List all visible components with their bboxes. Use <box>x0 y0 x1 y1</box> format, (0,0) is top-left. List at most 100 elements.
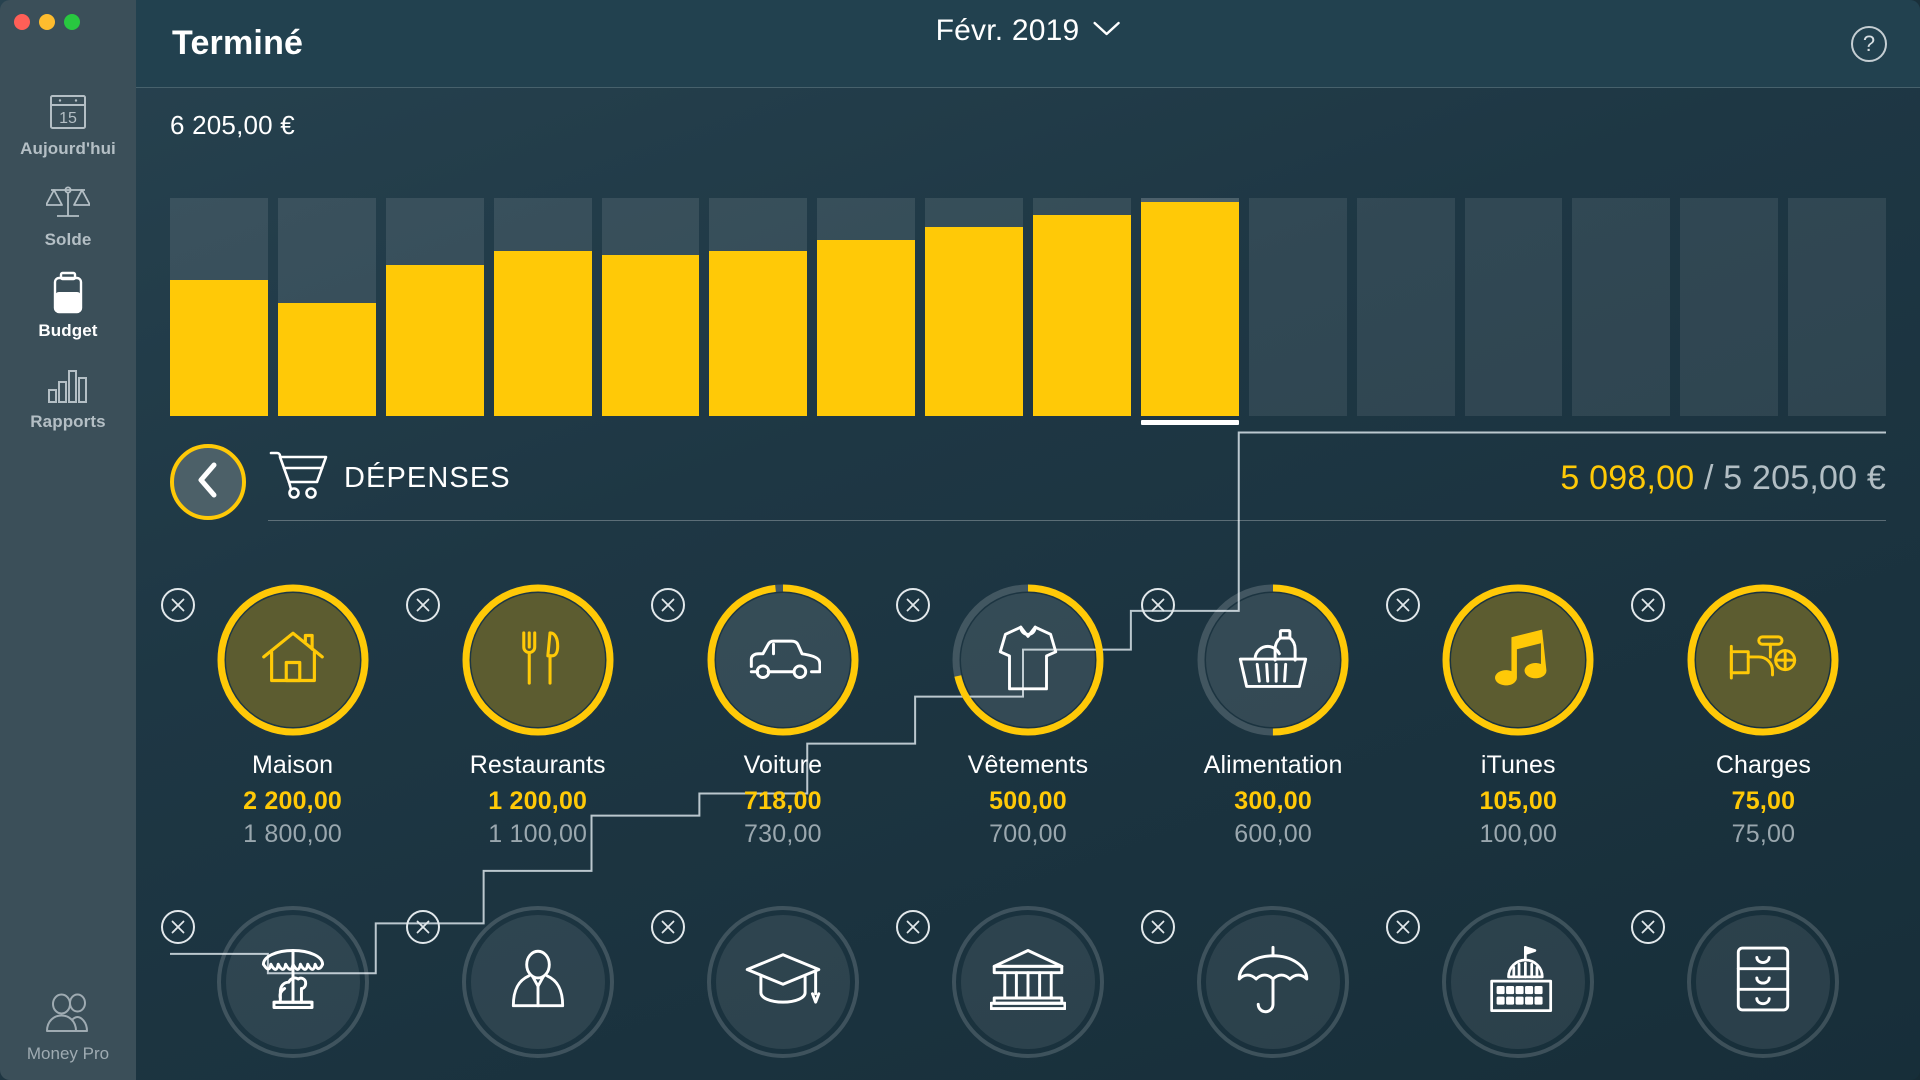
category-delete-button[interactable] <box>1631 588 1666 622</box>
chart-bar-column[interactable] <box>1572 156 1671 416</box>
chart-bar-column[interactable] <box>601 156 700 416</box>
category-item[interactable] <box>405 905 660 1080</box>
category-limit: 75,00 <box>1731 820 1796 848</box>
category-circle[interactable] <box>1386 905 1595 1058</box>
category-label: Restaurants <box>469 751 606 779</box>
chart-bar-column[interactable] <box>817 156 916 416</box>
category-label: Voiture <box>743 751 823 779</box>
chart-bar-column[interactable] <box>709 156 808 416</box>
category-item[interactable]: iTunes 105,00 100,00 <box>1386 584 1641 872</box>
minimize-window-button[interactable] <box>39 14 55 30</box>
back-button[interactable] <box>170 444 246 520</box>
chart-bar-column[interactable] <box>925 156 1023 416</box>
category-item[interactable] <box>650 905 905 1080</box>
category-delete-button[interactable] <box>160 588 195 622</box>
chart-bar-column[interactable] <box>1788 156 1886 416</box>
question-mark-icon: ? <box>1862 30 1876 56</box>
category-circle[interactable] <box>1631 905 1840 1058</box>
category-circle[interactable] <box>1631 584 1839 736</box>
category-spent: 1 200,00 <box>488 787 588 815</box>
category-circle[interactable] <box>895 905 1104 1058</box>
category-item[interactable] <box>895 905 1150 1080</box>
category-circle[interactable] <box>650 905 859 1058</box>
category-delete-button[interactable] <box>1141 909 1176 944</box>
chart-bar-column[interactable] <box>277 156 376 416</box>
category-circle[interactable] <box>160 584 369 736</box>
music-note-icon <box>1483 623 1553 698</box>
category-item[interactable] <box>1386 905 1641 1080</box>
chart-bar-spent <box>817 240 916 416</box>
sidebar-item-money-pro[interactable]: Money Pro <box>0 993 136 1080</box>
category-delete-button[interactable] <box>895 909 930 944</box>
category-spent: 2 200,00 <box>243 787 343 815</box>
category-delete-button[interactable] <box>1386 909 1421 944</box>
chart-bar-column[interactable] <box>1140 156 1239 425</box>
category-delete-button[interactable] <box>650 909 685 944</box>
chart-bar-column[interactable] <box>493 156 592 416</box>
category-delete-button[interactable] <box>1631 909 1666 944</box>
chart-bar-spent <box>1140 202 1239 416</box>
category-circle[interactable] <box>405 584 614 736</box>
category-delete-button[interactable] <box>1386 588 1421 622</box>
chart-bar-column[interactable] <box>385 156 484 416</box>
chart-bar-background <box>1248 197 1347 416</box>
category-icon-disc <box>715 914 850 1049</box>
chart-bar-column[interactable] <box>1033 156 1131 416</box>
chart-bar-column[interactable] <box>1248 156 1347 416</box>
category-delete-button[interactable] <box>1141 588 1176 622</box>
category-circle[interactable] <box>1386 584 1594 736</box>
sidebar: 15 Aujourd'hui Solde Budget Rapports Mon… <box>0 0 136 1080</box>
category-delete-button[interactable] <box>160 909 195 944</box>
capitol-icon <box>1479 943 1557 1020</box>
budget-bar-chart[interactable] <box>170 156 1886 416</box>
sidebar-item-solde[interactable]: Solde <box>0 169 136 260</box>
category-icon-disc <box>960 914 1095 1049</box>
sidebar-item-label: Aujourd'hui <box>20 139 116 158</box>
chart-bar-column[interactable] <box>1356 156 1455 416</box>
category-delete-button[interactable] <box>405 588 440 622</box>
chart-bar-column[interactable] <box>1680 156 1779 416</box>
category-item[interactable]: Alimentation 300,00 600,00 <box>1141 584 1396 872</box>
category-item[interactable]: Vêtements 500,00 700,00 <box>895 584 1150 872</box>
category-delete-button[interactable] <box>405 909 440 944</box>
chart-bar-spent <box>277 302 376 416</box>
category-circle[interactable] <box>1141 584 1349 736</box>
category-item[interactable]: Charges 75,00 75,00 <box>1631 584 1886 872</box>
category-icon-disc <box>225 593 360 727</box>
help-button[interactable]: ? <box>1851 25 1887 62</box>
category-delete-button[interactable] <box>650 588 685 622</box>
chart-bars <box>170 156 1886 425</box>
category-item[interactable]: Restaurants 1 200,00 1 100,00 <box>405 584 660 872</box>
category-circle[interactable] <box>405 905 614 1058</box>
sidebar-item-rapports[interactable]: Rapports <box>0 351 136 442</box>
zoom-window-button[interactable] <box>64 14 80 30</box>
category-limit: 730,00 <box>744 820 822 848</box>
category-item[interactable] <box>160 905 415 1080</box>
close-window-button[interactable] <box>14 14 30 30</box>
sidebar-item-budget[interactable]: Budget <box>0 260 136 351</box>
chart-total-label: 6 205,00 € <box>170 110 295 140</box>
category-circle[interactable] <box>1141 905 1350 1058</box>
sidebar-item-aujourdhui[interactable]: 15 Aujourd'hui <box>0 78 136 169</box>
category-circle[interactable] <box>895 584 1104 736</box>
category-item[interactable]: Maison 2 200,00 1 800,00 <box>160 584 415 872</box>
app-window: 15 Aujourd'hui Solde Budget Rapports Mon… <box>0 0 1920 1080</box>
category-item[interactable] <box>1631 905 1886 1080</box>
chart-bar-spent <box>601 254 700 416</box>
house-icon <box>257 622 329 699</box>
category-circle[interactable] <box>160 905 369 1058</box>
category-item[interactable] <box>1141 905 1396 1080</box>
chart-bar-column[interactable] <box>1464 156 1563 416</box>
sidebar-item-label: Money Pro <box>26 1044 110 1063</box>
category-delete-button[interactable] <box>895 588 930 622</box>
chart-bar-column[interactable] <box>170 156 268 416</box>
category-item[interactable]: Voiture 718,00 730,00 <box>650 584 905 872</box>
category-spent: 300,00 <box>1234 787 1312 815</box>
period-selector[interactable]: Févr. 2019 <box>936 14 1121 48</box>
category-icon-disc <box>715 593 850 727</box>
category-circle[interactable] <box>650 584 859 736</box>
category-icon-disc <box>225 914 360 1049</box>
bar-chart-icon <box>45 362 91 408</box>
category-label: Maison <box>251 751 334 779</box>
window-controls <box>14 14 80 30</box>
